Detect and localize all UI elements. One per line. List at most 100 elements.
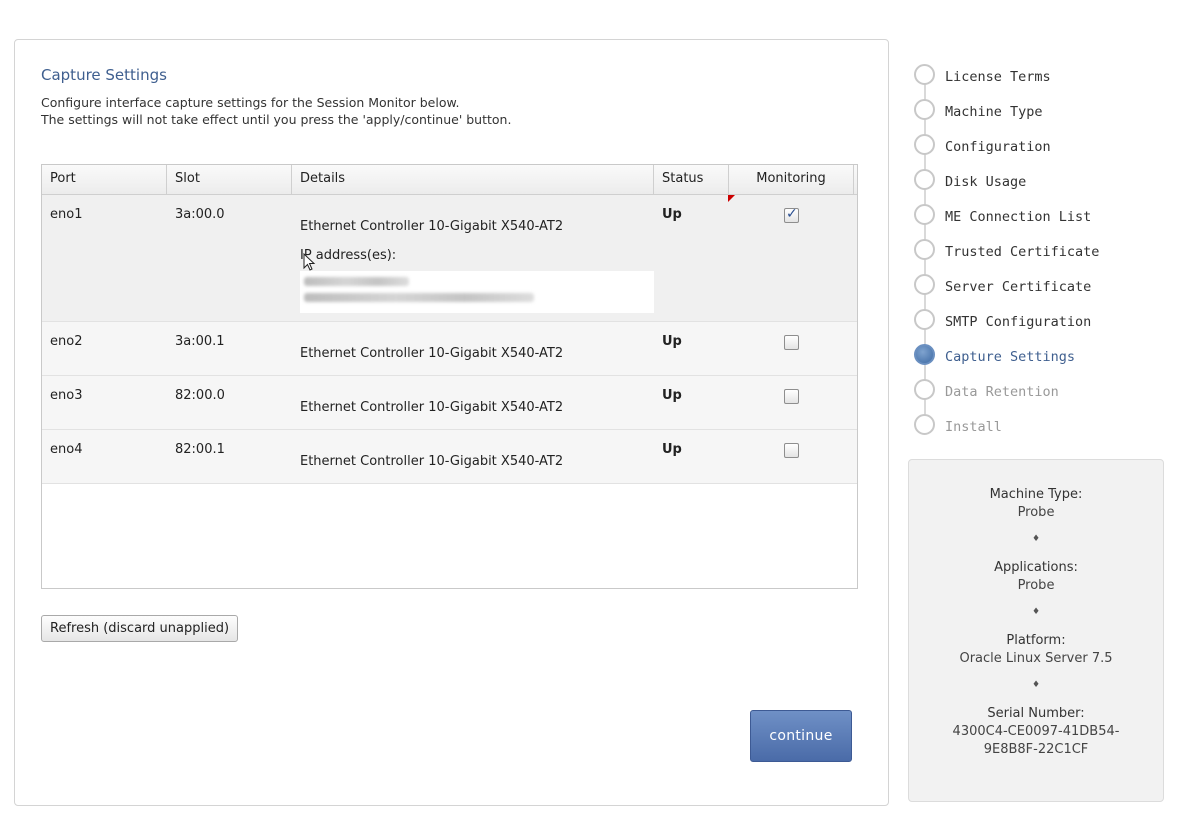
monitoring-cell (728, 195, 854, 321)
step-label: Install (945, 419, 1002, 435)
step-smtp-configuration[interactable]: SMTP Configuration (912, 307, 1172, 342)
step-me-connection-list[interactable]: ME Connection List (912, 202, 1172, 237)
port-cell: eno2 (50, 334, 83, 349)
active-step-circle-icon (914, 344, 935, 365)
step-circle-icon (914, 169, 935, 190)
step-trusted-certificate[interactable]: Trusted Certificate (912, 237, 1172, 272)
port-cell: eno1 (50, 207, 83, 222)
table-row[interactable]: eno1 3a:00.0 Ethernet Controller 10-Giga… (42, 195, 857, 322)
step-circle-icon (914, 414, 935, 435)
step-machine-type[interactable]: Machine Type (912, 97, 1172, 132)
applications-info: Applications: Probe (909, 559, 1163, 595)
machine-info-panel: Machine Type: Probe ♦ Applications: Prob… (908, 459, 1164, 802)
step-capture-settings[interactable]: Capture Settings (912, 342, 1172, 377)
wizard-steps: License Terms Machine Type Configuration… (912, 62, 1172, 447)
step-label: Machine Type (945, 104, 1043, 120)
applications-label: Applications: (994, 560, 1078, 575)
table-row[interactable]: eno3 82:00.0 Ethernet Controller 10-Giga… (42, 376, 857, 430)
details-cell: Ethernet Controller 10-Gigabit X540-AT2 (292, 430, 654, 483)
details-cell: Ethernet Controller 10-Gigabit X540-AT2 … (292, 195, 654, 321)
column-header-status[interactable]: Status (654, 165, 729, 194)
status-text: Up (662, 388, 682, 403)
column-header-slot[interactable]: Slot (167, 165, 292, 194)
step-install: Install (912, 412, 1172, 447)
page-description: Configure interface capture settings for… (41, 94, 511, 128)
step-label: Trusted Certificate (945, 244, 1100, 260)
slot-cell: 82:00.0 (175, 388, 225, 403)
serial-number-label: Serial Number: (987, 706, 1085, 721)
details-cell: Ethernet Controller 10-Gigabit X540-AT2 (292, 376, 654, 429)
step-server-certificate[interactable]: Server Certificate (912, 272, 1172, 307)
platform-info: Platform: Oracle Linux Server 7.5 (909, 632, 1163, 668)
details-text: Ethernet Controller 10-Gigabit X540-AT2 (300, 346, 564, 361)
details-text: Ethernet Controller 10-Gigabit X540-AT2 (300, 219, 564, 234)
step-license-terms[interactable]: License Terms (912, 62, 1172, 97)
slot-cell: 3a:00.1 (175, 334, 225, 349)
refresh-button[interactable]: Refresh (discard unapplied) (41, 615, 239, 642)
table-header: Port Slot Details Status Monitoring (42, 165, 857, 195)
status-cell: Up (654, 430, 729, 483)
monitoring-checkbox[interactable] (784, 389, 799, 404)
step-circle-icon (914, 309, 935, 330)
diamond-separator-icon: ♦ (1031, 607, 1041, 617)
step-data-retention: Data Retention (912, 377, 1172, 412)
step-circle-icon (914, 64, 935, 85)
platform-label: Platform: (1006, 633, 1066, 648)
redacted-ip-line (304, 277, 409, 286)
status-text: Up (662, 442, 682, 457)
details-text: Ethernet Controller 10-Gigabit X540-AT2 (300, 400, 564, 415)
machine-type-label: Machine Type: (989, 487, 1083, 502)
redacted-ip-line (304, 293, 534, 302)
status-cell: Up (654, 322, 729, 375)
status-text: Up (662, 207, 682, 222)
ip-address-label: IP address(es): (300, 248, 397, 263)
capture-settings-panel: Capture Settings Configure interface cap… (14, 39, 889, 806)
step-label: SMTP Configuration (945, 314, 1092, 330)
column-header-port[interactable]: Port (42, 165, 167, 194)
applications-value: Probe (1017, 578, 1055, 593)
machine-type-value: Probe (1017, 505, 1055, 520)
status-text: Up (662, 334, 682, 349)
serial-number-line-1: 4300C4-CE0097-41DB54- (952, 724, 1120, 739)
slot-cell: 82:00.1 (175, 442, 225, 457)
monitoring-checkbox[interactable] (784, 206, 799, 223)
platform-value: Oracle Linux Server 7.5 (959, 651, 1113, 666)
step-circle-icon (914, 134, 935, 155)
column-header-monitoring[interactable]: Monitoring (729, 165, 854, 194)
step-label: Configuration (945, 139, 1051, 155)
table-row[interactable]: eno2 3a:00.1 Ethernet Controller 10-Giga… (42, 322, 857, 376)
column-header-details[interactable]: Details (292, 165, 654, 194)
details-text: Ethernet Controller 10-Gigabit X540-AT2 (300, 454, 564, 469)
mouse-pointer-icon (303, 253, 316, 271)
continue-button[interactable]: continue (750, 710, 852, 762)
interface-table: Port Slot Details Status Monitoring eno1… (41, 164, 858, 589)
step-circle-icon (914, 274, 935, 295)
details-cell: Ethernet Controller 10-Gigabit X540-AT2 (292, 322, 654, 375)
step-label: Server Certificate (945, 279, 1092, 295)
serial-number-line-2: 9E8B8F-22C1CF (983, 742, 1089, 757)
step-circle-icon (914, 379, 935, 400)
port-cell: eno3 (50, 388, 83, 403)
monitoring-checkbox[interactable] (784, 335, 799, 350)
page-title: Capture Settings (41, 66, 167, 84)
step-disk-usage[interactable]: Disk Usage (912, 167, 1172, 202)
step-label: Data Retention (945, 384, 1059, 400)
table-row[interactable]: eno4 82:00.1 Ethernet Controller 10-Giga… (42, 430, 857, 484)
step-label: License Terms (945, 69, 1051, 85)
step-configuration[interactable]: Configuration (912, 132, 1172, 167)
diamond-separator-icon: ♦ (1031, 534, 1041, 544)
step-circle-icon (914, 204, 935, 225)
status-cell: Up (654, 376, 729, 429)
diamond-separator-icon: ♦ (1031, 680, 1041, 690)
slot-cell: 3a:00.0 (175, 207, 225, 222)
monitoring-cell (729, 376, 854, 429)
ip-address-list-redacted (300, 271, 654, 313)
machine-type-info: Machine Type: Probe (909, 486, 1163, 522)
description-line-2: The settings will not take effect until … (41, 112, 512, 127)
status-cell: Up (654, 195, 729, 321)
monitoring-checkbox[interactable] (784, 443, 799, 458)
serial-number-info: Serial Number: 4300C4-CE0097-41DB54- 9E8… (909, 705, 1163, 759)
unsaved-change-flag (728, 195, 735, 202)
step-circle-icon (914, 99, 935, 120)
monitoring-cell (729, 322, 854, 375)
